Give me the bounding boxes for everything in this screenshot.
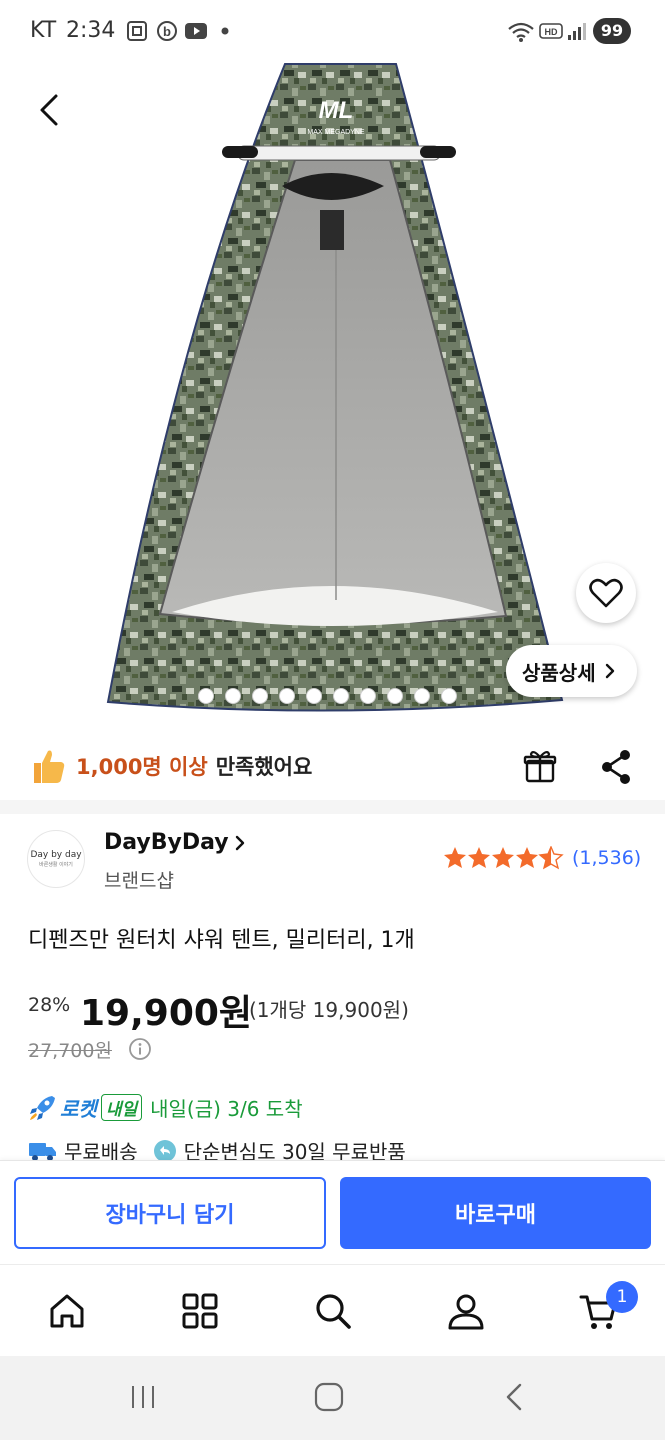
my-page-icon[interactable] (446, 1291, 486, 1331)
brand-logo-text: Day by day (30, 850, 82, 860)
review-count: (1,536) (572, 847, 642, 869)
satisfaction-text: 만족했어요 (215, 755, 313, 779)
chevron-right-icon (235, 835, 244, 850)
screenshot-icon (127, 21, 147, 41)
carousel-dot[interactable] (414, 688, 430, 704)
notification-dot-icon (221, 27, 229, 35)
thumbs-up-icon (34, 750, 65, 783)
signal-icon (568, 23, 586, 40)
category-icon[interactable] (180, 1291, 220, 1331)
rocket-icon (30, 1095, 55, 1120)
carrier-label: KT (30, 18, 57, 43)
carousel-dot[interactable] (279, 688, 295, 704)
rating-summary[interactable]: (1,536) (444, 846, 641, 870)
truck-icon (29, 1142, 56, 1161)
product-image[interactable]: ML MAX MEGADYNE (0, 62, 665, 712)
wishlist-button[interactable] (576, 563, 636, 623)
star-rating-icon (444, 846, 564, 870)
carousel-dot[interactable] (333, 688, 349, 704)
clock: 2:34 (66, 18, 116, 43)
product-title: 디펜즈만 원터치 샤워 텐트, 밀리터리, 1개 (28, 928, 415, 953)
youtube-icon (185, 23, 207, 39)
search-icon[interactable] (313, 1291, 353, 1331)
b-app-icon: b (157, 21, 177, 41)
discount-rate: 28% (28, 994, 71, 1016)
tomorrow-badge: 내일 (100, 1094, 143, 1121)
sale-price: 19,900원 (80, 993, 253, 1034)
brand-name-link[interactable]: DayByDay (104, 830, 247, 855)
hd-icon: HD (539, 23, 563, 39)
add-to-cart-button[interactable]: 장바구니 담기 (14, 1177, 326, 1249)
cart-count-badge: 1 (606, 1281, 638, 1313)
bottom-navigation (0, 1264, 665, 1356)
carousel-dot[interactable] (198, 688, 214, 704)
brand-logo[interactable]: Day by day 바른생활 이야기 (27, 830, 85, 888)
share-icon[interactable] (600, 749, 632, 785)
carousel-dot[interactable] (387, 688, 403, 704)
carousel-dot[interactable] (252, 688, 268, 704)
status-bar: KT 2:34 b HD 99 (0, 0, 665, 62)
info-icon[interactable] (128, 1037, 152, 1061)
tent-illustration: ML MAX MEGADYNE (106, 63, 564, 712)
home-icon[interactable] (47, 1291, 87, 1331)
carousel-dot[interactable] (306, 688, 322, 704)
buy-now-button[interactable]: 바로구매 (340, 1177, 651, 1249)
carousel-dot[interactable] (225, 688, 241, 704)
home-button-icon[interactable] (313, 1382, 345, 1412)
brand-name: DayByDay (104, 830, 229, 855)
heart-icon (589, 578, 623, 608)
svg-text:ML: ML (319, 97, 354, 124)
rocket-delivery-row: 로켓 내일 내일(금) 3/6 도착 (28, 1093, 303, 1122)
unit-price: (1개당 19,900원) (249, 998, 409, 1022)
rocket-label: 로켓 (60, 1097, 97, 1121)
back-arrow-icon[interactable] (30, 90, 70, 130)
recent-apps-icon[interactable] (128, 1382, 158, 1412)
gift-icon[interactable] (523, 748, 557, 784)
brand-logo-subtext: 바른생활 이야기 (39, 862, 73, 868)
carousel-indicator (198, 688, 457, 704)
arrival-date: 내일(금) 3/6 도착 (150, 1097, 303, 1121)
carousel-dot[interactable] (441, 688, 457, 704)
chevron-right-icon (605, 663, 614, 679)
carousel-dot[interactable] (360, 688, 376, 704)
system-navigation-bar (0, 1356, 665, 1440)
system-back-icon[interactable] (502, 1382, 528, 1412)
tent-brand-text: MAX MEGADYNE (307, 129, 365, 136)
section-divider (0, 800, 665, 814)
original-price: 27,700원 (28, 1040, 112, 1062)
product-detail-button[interactable]: 상품상세 (506, 645, 637, 697)
svg-text:b: b (163, 24, 171, 39)
battery-indicator: 99 (593, 18, 631, 44)
satisfaction-count: 1,000명 이상 (76, 755, 208, 779)
satisfaction-banner: 1,000명 이상 만족했어요 (30, 742, 312, 790)
svg-text:HD: HD (545, 27, 558, 37)
wifi-icon (508, 22, 534, 42)
product-detail-label: 상품상세 (522, 660, 596, 685)
purchase-action-bar: 장바구니 담기 바로구매 (0, 1160, 665, 1264)
brand-shop-label: 브랜드샵 (104, 870, 174, 892)
